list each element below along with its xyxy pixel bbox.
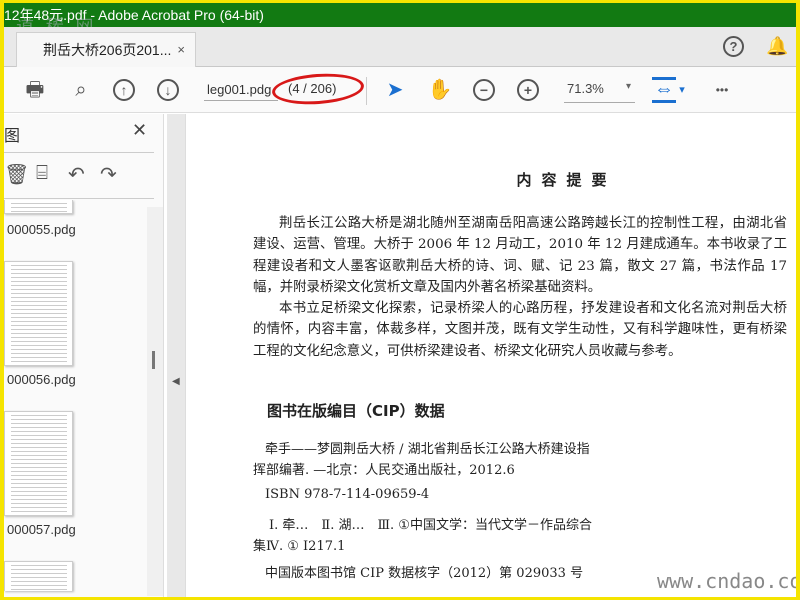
tab-label: 荆岳大桥206页201... (43, 42, 172, 58)
zoom-search-icon[interactable]: ⌕ (68, 77, 94, 103)
paragraph: 荆岳长江公路大桥是湖北随州至湖南岳阳高速公路跨越长江的控制性工程，由湖北省建设、… (253, 216, 787, 295)
thumbnail-label: 000057.pdg (7, 522, 76, 537)
zoom-out-icon[interactable]: − (473, 79, 495, 101)
thumbnail-list: 000055.pdg 000056.pdg 000057.pdg (4, 200, 146, 596)
thumbnail-page[interactable] (4, 200, 73, 214)
fit-page-icon[interactable]: ⇔ (652, 77, 676, 103)
zoom-value: 71.3% (567, 81, 604, 96)
help-icon[interactable]: ? (723, 36, 744, 57)
chevron-down-icon[interactable]: ▾ (626, 81, 631, 92)
rotate-right-icon[interactable]: ↷ (100, 162, 117, 187)
zoom-level-select[interactable]: 71.3% ▾ (564, 81, 635, 103)
delete-icon[interactable]: 🗑 (4, 162, 29, 187)
collapse-arrow-icon[interactable]: ◀ (172, 376, 180, 387)
bell-icon[interactable]: 🔔 (766, 36, 788, 57)
cip-number: 中国版本图书馆 CIP 数据核字（2012）第 029033 号 (265, 566, 584, 581)
document-tab[interactable]: 荆岳大桥206页201... × (16, 32, 196, 68)
document-page: 内容提要 荆岳长江公路大桥是湖北随州至湖南岳阳高速公路跨越长江的控制性工程，由湖… (187, 114, 796, 597)
rotate-left-icon[interactable]: ↶ (68, 162, 85, 187)
extract-pages-icon[interactable]: ⌸ (36, 162, 48, 185)
panel-title: 图 (4, 128, 21, 145)
thumbnail-page[interactable] (4, 561, 73, 591)
cip-entry: 牵手——梦圆荆岳大桥 / 湖北省荆岳长江公路大桥建设指挥部编著. —北京：人民交… (253, 442, 590, 478)
acrobat-window: 12年48元.pdf - Adobe Acrobat Pro (64-bit) … (4, 3, 796, 597)
print-icon[interactable]: 🖶 (22, 77, 48, 103)
scrollbar-grip[interactable] (152, 351, 155, 369)
zoom-in-icon[interactable]: + (517, 79, 539, 101)
more-tools-icon[interactable]: ••• (708, 77, 736, 103)
thumbnail-label: 000056.pdg (7, 372, 76, 387)
divider (4, 198, 154, 199)
hand-tool-icon[interactable]: ✋ (427, 77, 453, 103)
divider (4, 152, 154, 153)
panel-collapse-bar[interactable]: ◀ (167, 114, 186, 597)
toolbar-divider (366, 77, 367, 105)
thumbnail-label: 000055.pdg (7, 222, 76, 237)
page-number-input[interactable]: leg001.pdg (204, 81, 278, 101)
title-bar: 12年48元.pdf - Adobe Acrobat Pro (64-bit) (4, 3, 796, 27)
tab-bar: 荆岳大桥206页201... × ? 🔔 (4, 27, 796, 68)
watermark-text: www.cndao.com (657, 569, 796, 593)
paragraph: 本书立足桥梁文化探索，记录桥梁人的心路历程，抒发建设者和文化名流对荆岳大桥的情怀… (253, 301, 787, 359)
red-annotation-ellipse (271, 70, 365, 108)
thumbnail-scrollbar[interactable] (147, 207, 163, 596)
close-tab-icon[interactable]: × (177, 33, 185, 67)
classification: Ⅰ. 牵… Ⅱ. 湖… Ⅲ. ①中国文学：当代文学－作品综合集Ⅳ. ① I217… (253, 518, 592, 554)
thumbnail-page[interactable] (4, 261, 73, 366)
next-page-icon[interactable]: ↓ (157, 79, 179, 101)
page-thumbnails-panel: 图 ✕ 🗑 ⌸ ↶ ↷ 000055.pdg 000056.pdg 000057… (4, 114, 164, 597)
toolbar: 🖶 ⌕ ↑ ↓ leg001.pdg (4 / 206) ➤ ✋ − + 71.… (4, 67, 796, 113)
previous-page-icon[interactable]: ↑ (113, 79, 135, 101)
fit-dropdown-icon[interactable]: ▾ (676, 77, 688, 103)
page-heading: 内容提要 (516, 171, 617, 189)
thumbnail-page[interactable] (4, 411, 73, 516)
close-panel-icon[interactable]: ✕ (132, 120, 147, 141)
select-tool-icon[interactable]: ➤ (384, 77, 406, 103)
cip-heading: 图书在版编目（CIP）数据 (267, 402, 445, 420)
isbn: ISBN 978-7-114-09659-4 (265, 487, 430, 502)
